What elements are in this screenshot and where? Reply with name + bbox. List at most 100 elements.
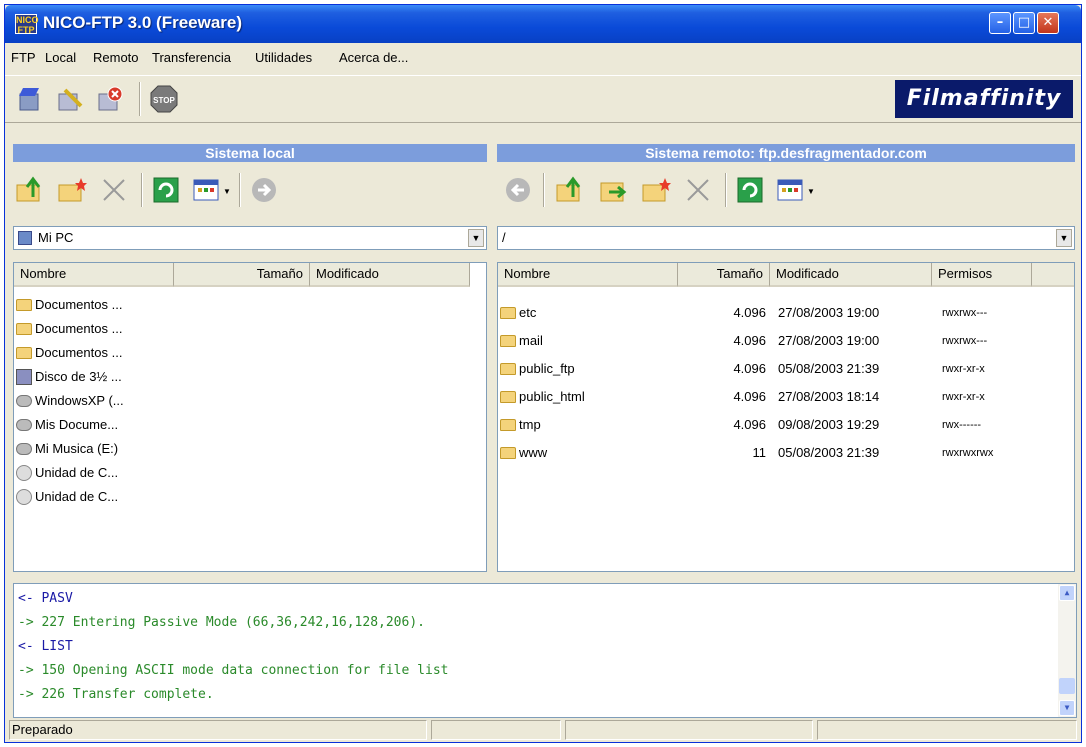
main-toolbar: STOP Filmaffinity [5,75,1081,123]
list-item[interactable]: Unidad de C... [16,485,118,509]
up-folder-icon[interactable] [15,175,45,205]
file-size: 11 [752,445,767,460]
item-name: WindowsXP (... [35,393,124,408]
file-modified: 05/08/2003 21:39 [778,361,880,376]
view-mode-icon[interactable] [191,175,221,205]
window-title: NICO-FTP 3.0 (Freeware) [43,13,243,32]
new-folder-icon[interactable] [641,175,671,205]
disconnect-icon[interactable] [55,84,85,114]
log-scrollbar[interactable]: ▲ ▼ [1058,584,1076,717]
table-row[interactable]: mail 4.096 27/08/2003 19:00 rwxrwx--- [500,329,1068,353]
list-item[interactable]: WindowsXP (... [16,389,124,413]
back-icon[interactable] [503,175,533,205]
file-permissions: rwx------ [942,419,982,431]
refresh-icon[interactable] [735,175,765,205]
file-size: 4.096 [733,389,766,404]
cancel-connection-icon[interactable] [95,84,125,114]
file-name: mail [519,333,543,348]
view-mode-icon[interactable] [775,175,805,205]
remote-toolbar: ▼ [497,167,1075,213]
file-modified: 27/08/2003 18:14 [778,389,880,404]
list-item[interactable]: Unidad de C... [16,461,118,485]
menu-ftp[interactable]: FTP [11,50,36,65]
menu-local[interactable]: Local [45,50,76,65]
scroll-up-icon[interactable]: ▲ [1059,585,1075,601]
remote-col-modificado[interactable]: Modificado [770,263,932,287]
item-name: Mis Docume... [35,417,119,432]
minimize-button[interactable]: – [989,12,1011,34]
file-name: etc [519,305,537,320]
item-name: Mi Musica (E:) [35,441,119,456]
folder-icon [500,363,516,375]
up-folder-icon[interactable] [555,175,585,205]
file-name: www [519,445,548,460]
folder-icon [500,391,516,403]
toolbar-separator [239,173,241,207]
folder-icon [500,419,516,431]
list-item[interactable]: Mis Docume... [16,413,118,437]
local-col-tamano[interactable]: Tamaño [174,263,310,287]
remote-path-value: / [502,230,506,245]
item-name: Documentos ... [35,345,123,360]
folder-icon [16,299,32,311]
remote-file-list[interactable]: Nombre Tamaño Modificado Permisos etc 4.… [497,262,1075,572]
local-file-list[interactable]: Nombre Tamaño Modificado Documentos ... … [13,262,487,572]
view-dropdown-icon[interactable]: ▼ [807,187,815,196]
remote-col-permisos[interactable]: Permisos [932,263,1032,287]
folder-icon [500,447,516,459]
local-col-nombre[interactable]: Nombre [14,263,174,287]
remote-col-tamano[interactable]: Tamaño [678,263,770,287]
menu-remoto[interactable]: Remoto [93,50,139,65]
list-item[interactable]: Documentos ... [16,317,122,341]
floppy-icon [16,369,32,385]
remote-col-filler [1032,263,1074,287]
chevron-down-icon[interactable]: ▼ [1056,229,1072,247]
app-window: NICO FTP NICO-FTP 3.0 (Freeware) – □ ✕ F… [4,4,1082,743]
menu-utilidades[interactable]: Utilidades [255,50,312,65]
stop-icon[interactable]: STOP [149,84,179,114]
table-row[interactable]: tmp 4.096 09/08/2003 19:29 rwx------ [500,413,1068,437]
file-name: public_ftp [519,361,575,376]
refresh-icon[interactable] [151,175,181,205]
scroll-thumb[interactable] [1059,678,1075,694]
scroll-down-icon[interactable]: ▼ [1059,700,1075,716]
stop-label: STOP [153,96,175,105]
app-icon: NICO FTP [15,14,39,35]
open-folder-icon[interactable] [599,175,629,205]
connect-icon[interactable] [15,84,45,114]
table-row[interactable]: public_ftp 4.096 05/08/2003 21:39 rwxr-x… [500,357,1068,381]
close-button[interactable]: ✕ [1037,12,1059,34]
chevron-down-icon[interactable]: ▼ [468,229,484,247]
maximize-button[interactable]: □ [1013,12,1035,34]
local-path-combo[interactable]: Mi PC ▼ [13,226,487,250]
list-item[interactable]: Mi Musica (E:) [16,437,118,461]
delete-icon[interactable] [99,175,129,205]
forward-icon[interactable] [249,175,279,205]
remote-path-combo[interactable]: / ▼ [497,226,1075,250]
folder-icon [500,307,516,319]
toolbar-separator [141,173,143,207]
list-item[interactable]: Documentos ... [16,341,122,365]
menu-transferencia[interactable]: Transferencia [152,50,231,65]
list-item[interactable]: Disco de 3½ ... [16,365,122,389]
remote-col-nombre[interactable]: Nombre [498,263,678,287]
item-name: Unidad de C... [35,489,119,504]
view-dropdown-icon[interactable]: ▼ [223,187,231,196]
title-bar[interactable]: NICO FTP NICO-FTP 3.0 (Freeware) – □ ✕ [5,5,1081,43]
status-pane [431,720,561,740]
table-row[interactable]: www 11 05/08/2003 21:39 rwxrwxrwx [500,441,1068,465]
log-panel[interactable]: <- PASV -> 227 Entering Passive Mode (66… [13,583,1077,718]
file-name: public_html [519,389,585,404]
drive-icon [16,419,32,431]
folder-icon [500,335,516,347]
table-row[interactable]: etc 4.096 27/08/2003 19:00 rwxrwx--- [500,301,1068,325]
file-modified: 27/08/2003 19:00 [778,305,880,320]
menu-acerca-de[interactable]: Acerca de... [339,50,408,65]
table-row[interactable]: public_html 4.096 27/08/2003 18:14 rwxr-… [500,385,1068,409]
file-name: tmp [519,417,541,432]
new-folder-icon[interactable] [57,175,87,205]
local-col-modificado[interactable]: Modificado [310,263,470,287]
file-permissions: rwxr-xr-x [942,391,985,403]
list-item[interactable]: Documentos ... [16,293,122,317]
delete-icon[interactable] [683,175,713,205]
